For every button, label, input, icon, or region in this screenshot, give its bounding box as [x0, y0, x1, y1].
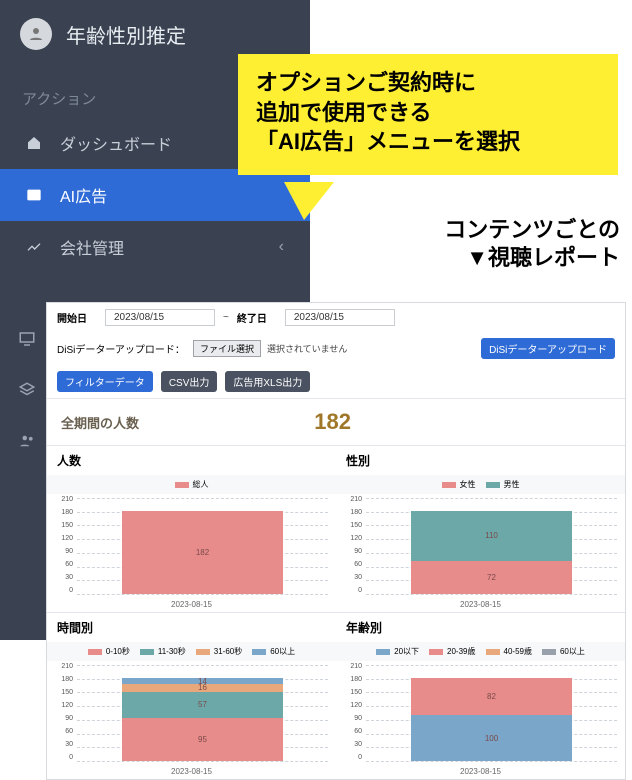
- chart-age: 年齢別20以下20-39歳40-59歳60以上21018015012090603…: [336, 612, 625, 779]
- sidebar-title-text: 年齢性別推定: [66, 20, 186, 49]
- xls-button[interactable]: 広告用XLS出力: [225, 371, 310, 392]
- screen-icon[interactable]: [18, 330, 36, 353]
- sidebar-mini-icons: [0, 330, 36, 455]
- chart-legend: 20以下20-39歳40-59歳60以上: [336, 642, 625, 661]
- chart-legend: 総人: [47, 475, 336, 494]
- chart-plot: 2101801501209060300100822023-08-15: [336, 661, 625, 779]
- callout-line-1: オプションご契約時に: [256, 68, 600, 98]
- report-panel: 開始日 2023/08/15 ~ 終了日 2023/08/15 DiSiデーター…: [46, 302, 626, 780]
- chart-title: 年齢別: [336, 613, 625, 642]
- users-icon[interactable]: [18, 432, 36, 455]
- chart-title: 性別: [336, 446, 625, 475]
- chart-title: 人数: [47, 446, 336, 475]
- buttons-row: フィルターデータ CSV出力 広告用XLS出力: [47, 365, 625, 398]
- file-picker[interactable]: ファイル選択 選択されていません: [193, 340, 347, 357]
- file-none-text: 選択されていません: [267, 342, 347, 355]
- start-date-label: 開始日: [57, 310, 97, 325]
- csv-button[interactable]: CSV出力: [161, 371, 218, 392]
- upload-label: DiSiデーターアップロード：: [57, 341, 185, 356]
- sidebar-item-label: AI広告: [60, 183, 107, 207]
- chart-title: 時間別: [47, 613, 336, 642]
- sidebar-item-label: 会社管理: [60, 235, 124, 259]
- headline-line-2: ▼視聴レポート: [320, 244, 620, 272]
- chart-time: 時間別0-10秒11-30秒31-60秒60以上2101801501209060…: [47, 612, 336, 779]
- chart-legend: 0-10秒11-30秒31-60秒60以上: [47, 642, 336, 661]
- chart-gender: 性別女性男性2101801501209060300721102023-08-15: [336, 445, 625, 612]
- stat-value: 182: [314, 409, 351, 435]
- callout-line-3: 「AI広告」メニューを選択: [256, 127, 600, 157]
- chart-line-icon: [26, 239, 46, 255]
- home-icon: [26, 135, 46, 151]
- date-row: 開始日 2023/08/15 ~ 終了日 2023/08/15: [47, 303, 625, 332]
- date-tilde: ~: [223, 312, 229, 323]
- headline-line-1: コンテンツごとの: [320, 216, 620, 244]
- chart-plot: 2101801501209060300955716142023-08-15: [47, 661, 336, 779]
- callout-tail: [284, 182, 334, 220]
- file-select-button[interactable]: ファイル選択: [193, 340, 261, 357]
- layers-icon[interactable]: [18, 381, 36, 404]
- upload-button[interactable]: DiSiデーターアップロード: [481, 338, 615, 359]
- end-date-label: 終了日: [237, 310, 277, 325]
- sidebar-item-company[interactable]: 会社管理 ‹: [0, 221, 310, 273]
- stat-label: 全期間の人数: [61, 413, 139, 432]
- sidebar-item-ai-ads[interactable]: AI広告: [0, 169, 310, 221]
- sidebar-item-label: ダッシュボード: [60, 131, 172, 155]
- callout-line-2: 追加で使用できる: [256, 98, 600, 128]
- chart-legend: 女性男性: [336, 475, 625, 494]
- section-headline: コンテンツごとの ▼視聴レポート: [320, 216, 620, 271]
- app-logo-icon: [20, 18, 52, 50]
- ad-icon: [26, 187, 46, 203]
- charts-grid: 人数総人21018015012090603001822023-08-15 性別女…: [47, 445, 625, 779]
- upload-row: DiSiデーターアップロード： ファイル選択 選択されていません DiSiデータ…: [47, 332, 625, 365]
- end-date-input[interactable]: 2023/08/15: [285, 309, 395, 326]
- start-date-input[interactable]: 2023/08/15: [105, 309, 215, 326]
- chart-plot: 21018015012090603001822023-08-15: [47, 494, 336, 612]
- stat-row: 全期間の人数 182: [47, 398, 625, 445]
- chart-people: 人数総人21018015012090603001822023-08-15: [47, 445, 336, 612]
- chart-plot: 2101801501209060300721102023-08-15: [336, 494, 625, 612]
- filter-button[interactable]: フィルターデータ: [57, 371, 153, 392]
- chevron-left-icon: ‹: [279, 238, 284, 256]
- callout-bubble: オプションご契約時に 追加で使用できる 「AI広告」メニューを選択: [238, 54, 618, 175]
